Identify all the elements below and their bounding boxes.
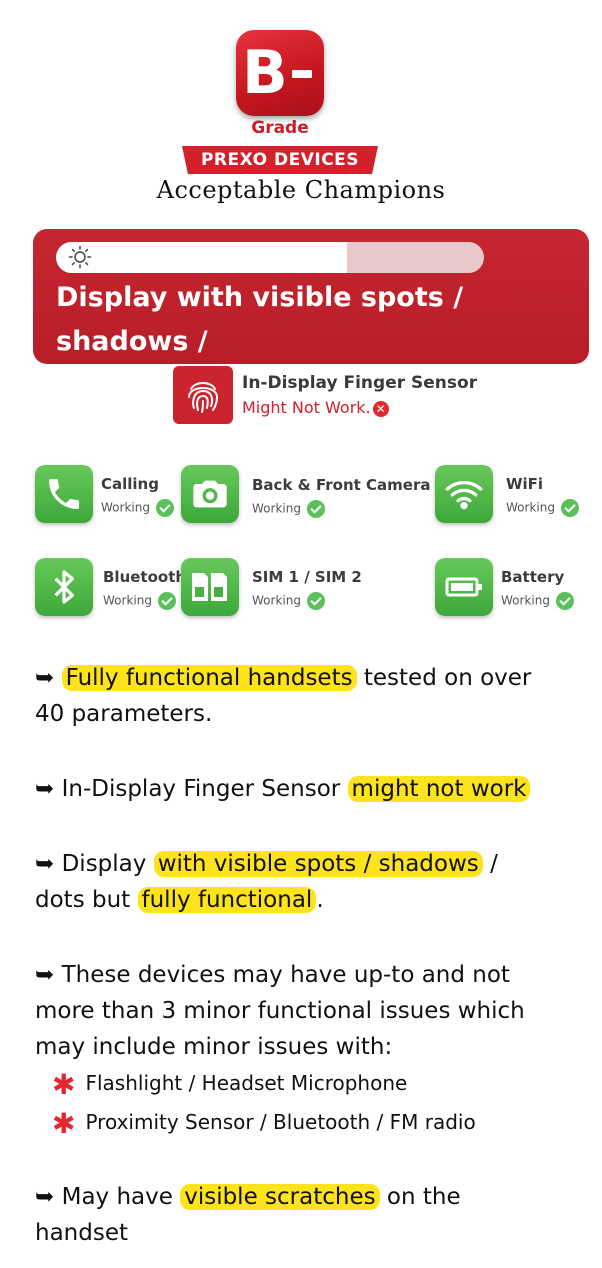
point-display: ➥ Display with visible spots / shadows /… — [35, 851, 498, 913]
feature-title-bluetooth: Bluetooth — [103, 568, 187, 586]
highlight: visible scratches — [180, 1184, 380, 1210]
arrow-icon: ➥ — [35, 665, 55, 691]
brightness-bar — [56, 242, 484, 273]
check-icon — [555, 592, 574, 610]
feature-title-sim: SIM 1 / SIM 2 — [252, 568, 362, 586]
arrow-icon: ➥ — [35, 1184, 55, 1210]
bullet-flashlight: ✱ Flashlight / Headset Microphone — [52, 1068, 408, 1101]
point-functional: ➥ Fully functional handsets tested on ov… — [35, 665, 532, 727]
check-icon — [306, 500, 325, 518]
sim-icon — [192, 573, 227, 601]
feature-title-wifi: WiFi — [506, 475, 544, 493]
check-icon — [306, 592, 325, 610]
wifi-icon — [445, 481, 483, 510]
finger-sensor-status-text: Might Not Work. — [242, 398, 371, 417]
grade-label: Grade — [251, 118, 309, 138]
highlight: with visible spots / shadows — [153, 851, 483, 877]
sim-icon-box — [181, 558, 239, 616]
asterisk-icon: ✱ — [52, 1068, 76, 1101]
grade-minus — [292, 70, 312, 78]
feature-title-calling: Calling — [101, 475, 159, 493]
finger-sensor-status: Might Not Work. ✕ — [242, 398, 389, 417]
phone-icon — [49, 479, 79, 509]
battery-icon-box — [435, 558, 493, 616]
banner-text-line1: Display with visible spots / shadows / — [56, 282, 464, 357]
check-icon — [560, 499, 579, 517]
highlight: fully functional — [137, 887, 317, 913]
feature-status-camera: Working — [252, 500, 325, 518]
feature-title-battery: Battery — [501, 568, 565, 586]
cross-icon: ✕ — [372, 400, 389, 417]
feature-status-wifi: Working — [506, 499, 579, 517]
feature-title-camera: Back & Front Camera — [252, 476, 431, 494]
point-minor-issues: ➥ These devices may have up-to and not m… — [35, 962, 525, 1060]
highlight: Fully functional handsets — [61, 665, 357, 691]
arrow-icon: ➥ — [35, 851, 55, 877]
phone-icon-box — [35, 465, 93, 523]
bullet-proximity: ✱ Proximity Sensor / Bluetooth / FM radio — [52, 1107, 476, 1140]
fingerprint-icon-box — [173, 366, 233, 424]
grade-logo: B — [236, 30, 324, 116]
highlight: might not work — [347, 776, 531, 802]
arrow-icon: ➥ — [35, 962, 55, 988]
bluetooth-icon-box — [35, 558, 93, 616]
grade-letter: B — [242, 38, 288, 108]
brightness-fill — [56, 242, 348, 273]
finger-sensor-title: In-Display Finger Sensor — [242, 373, 478, 393]
feature-status-calling: Working — [101, 499, 174, 517]
bluetooth-icon — [54, 570, 75, 604]
sun-icon — [68, 245, 92, 269]
feature-status-bluetooth: Working — [103, 592, 176, 610]
fingerprint-icon — [188, 382, 219, 413]
camera-icon — [193, 480, 227, 508]
asterisk-icon: ✱ — [52, 1107, 76, 1140]
check-icon — [157, 592, 176, 610]
point-scratches: ➥ May have visible scratches on the hand… — [35, 1184, 461, 1246]
point-finger-sensor: ➥ In-Display Finger Sensor might not wor… — [35, 771, 595, 807]
prexo-ribbon: PREXO DEVICES — [182, 146, 378, 174]
wifi-icon-box — [435, 465, 493, 523]
tagline: Acceptable Champions — [156, 176, 446, 204]
arrow-icon: ➥ — [35, 776, 55, 802]
feature-status-battery: Working — [501, 592, 574, 610]
battery-icon — [445, 577, 482, 597]
check-icon — [155, 499, 174, 517]
feature-status-sim: Working — [252, 592, 325, 610]
camera-icon-box — [181, 465, 239, 523]
